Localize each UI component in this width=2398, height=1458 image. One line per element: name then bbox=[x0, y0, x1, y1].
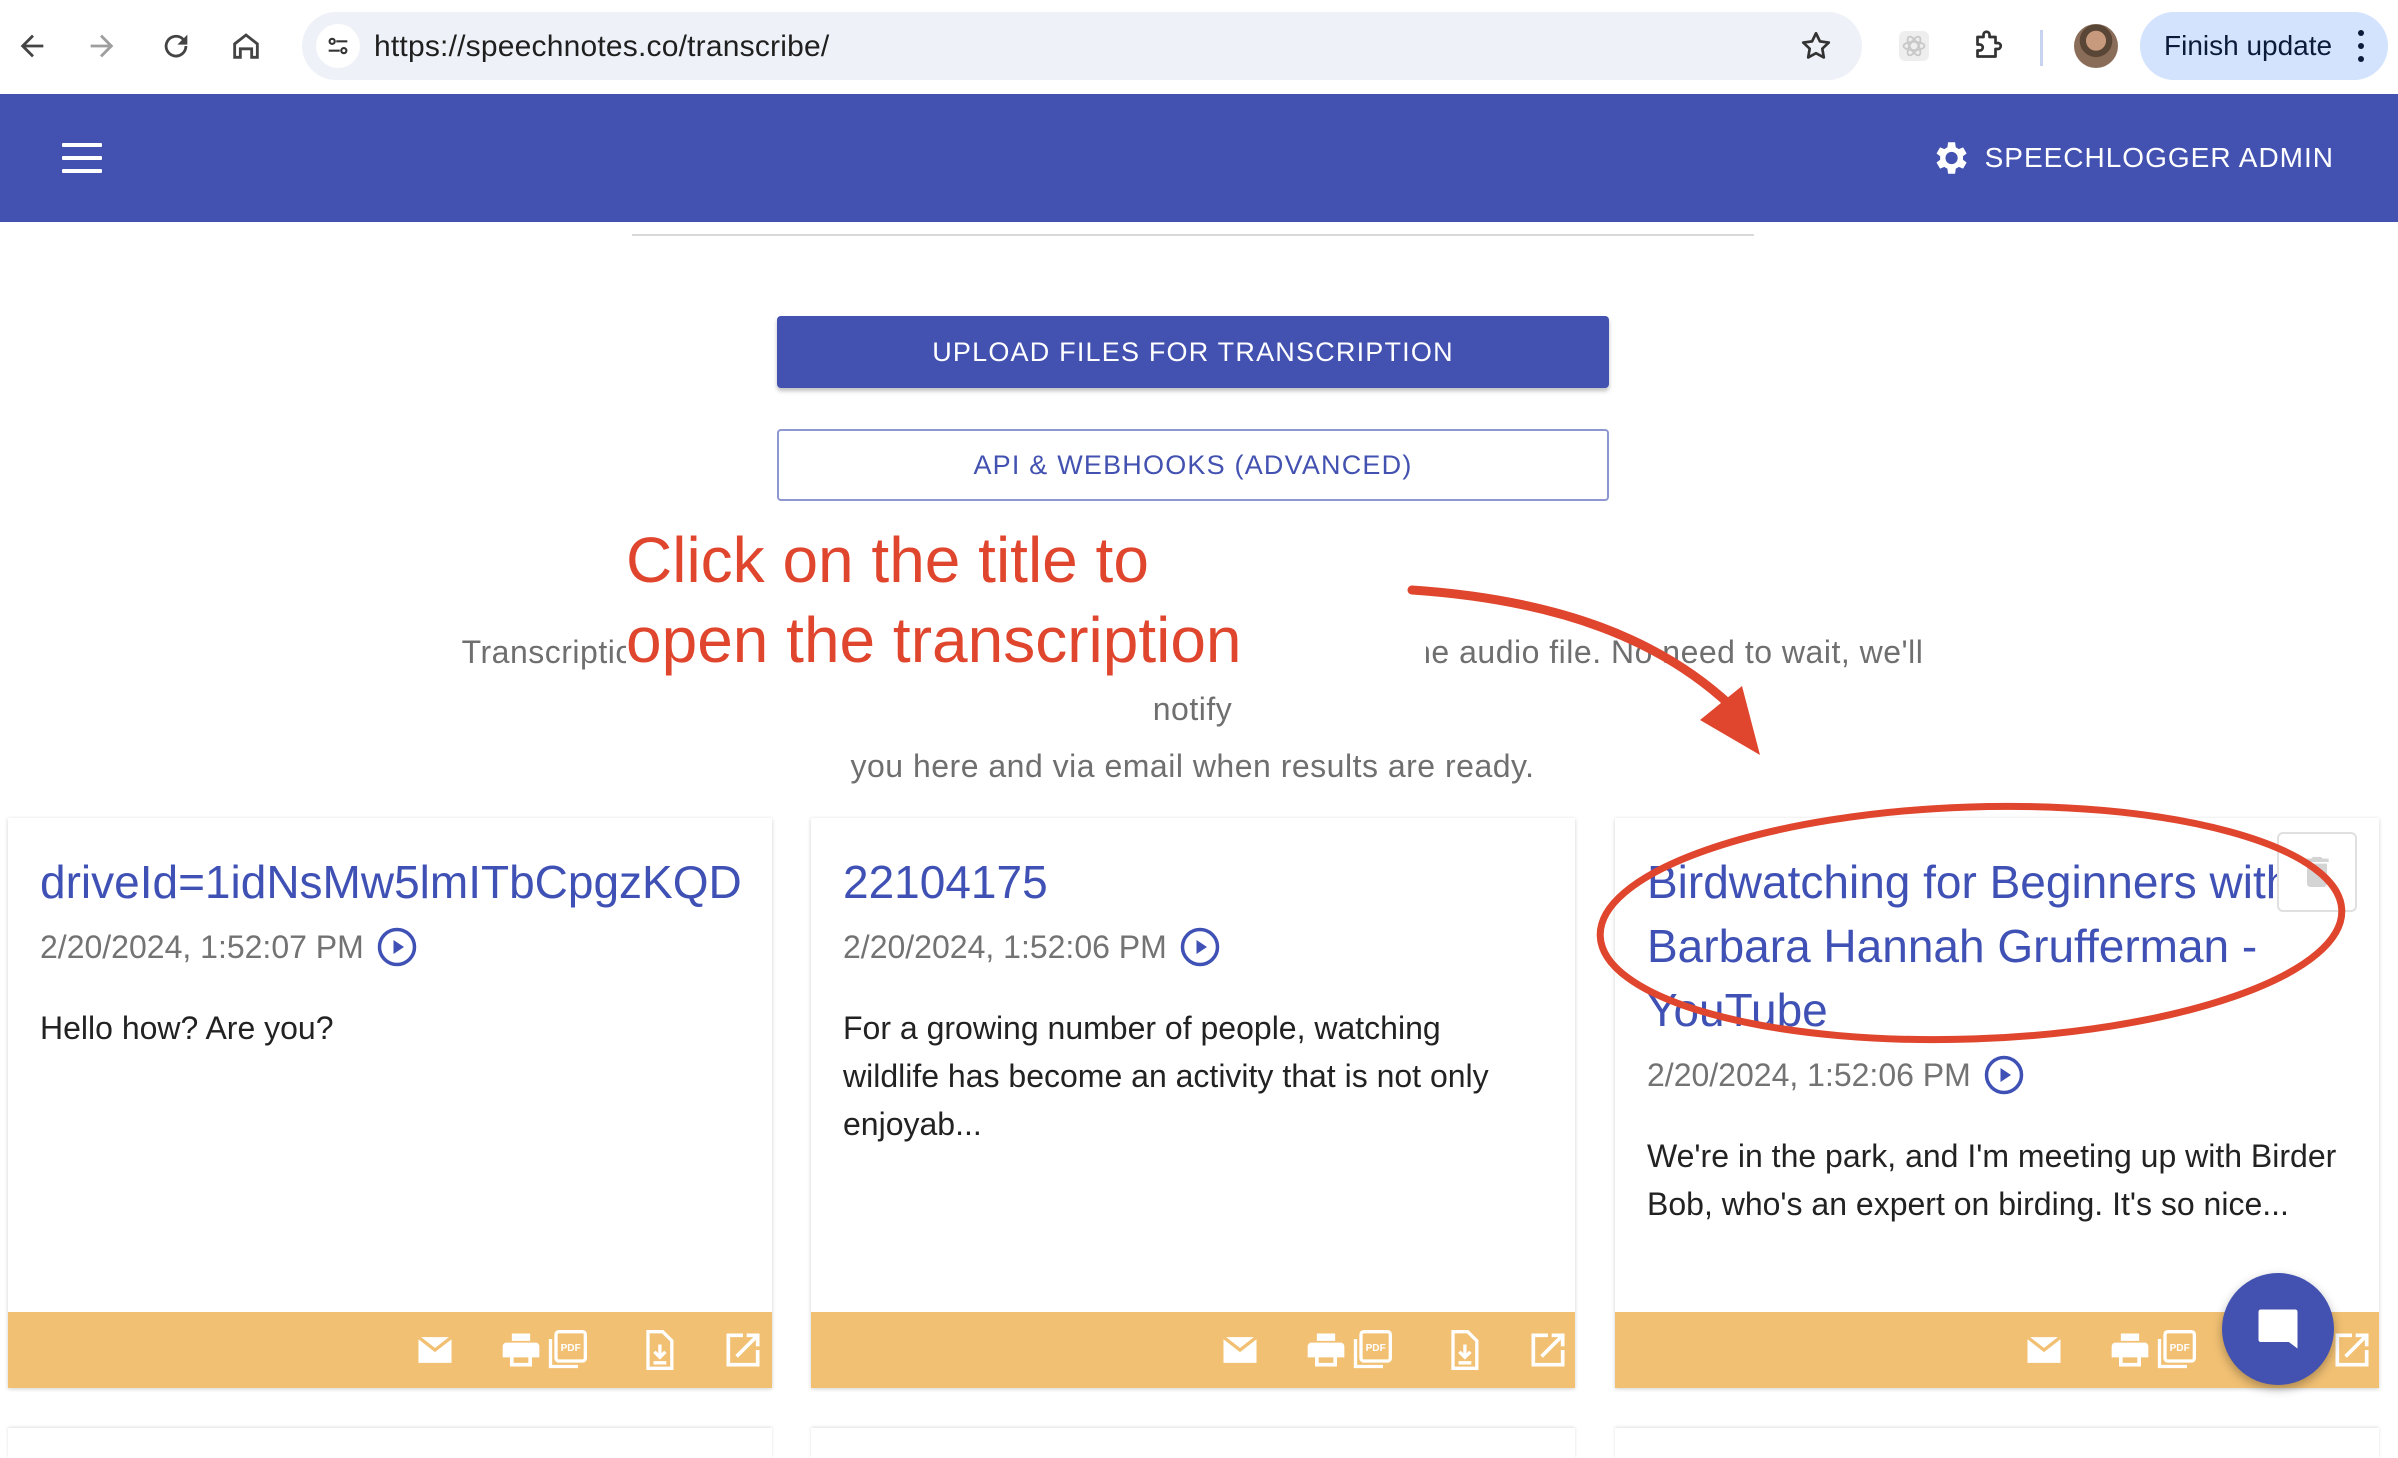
home-icon bbox=[233, 33, 259, 59]
download-button[interactable] bbox=[1441, 1328, 1487, 1372]
next-row-card bbox=[8, 1428, 772, 1458]
info-line-2: you here and via email when results are … bbox=[850, 748, 1535, 784]
forward-icon bbox=[90, 34, 114, 58]
card-snippet: For a growing number of people, watching… bbox=[843, 1010, 1489, 1142]
download-icon bbox=[646, 1330, 674, 1370]
print-button[interactable] bbox=[498, 1328, 544, 1372]
finish-update-button[interactable]: Finish update bbox=[2140, 12, 2388, 80]
play-circle-icon[interactable] bbox=[1983, 1054, 2025, 1096]
extensions-menu-button[interactable] bbox=[1966, 24, 2010, 68]
more-vert-icon bbox=[2358, 30, 2366, 62]
browser-toolbar: https://speechnotes.co/transcribe/ Finis… bbox=[0, 0, 2398, 94]
card-date: 2/20/2024, 1:52:06 PM bbox=[1647, 1054, 2025, 1096]
open-external-icon bbox=[726, 1333, 760, 1367]
card-snippet: Hello how? Are you? bbox=[40, 1010, 334, 1046]
back-button[interactable] bbox=[8, 22, 56, 70]
section-divider bbox=[632, 234, 1754, 236]
extension-icon bbox=[1899, 31, 1929, 61]
app-header: SPEECHLOGGER ADMIN bbox=[0, 94, 2398, 222]
open-external-icon bbox=[1531, 1333, 1565, 1367]
extension-react-button[interactable] bbox=[1892, 24, 1936, 68]
pdf-button[interactable]: PDF bbox=[544, 1328, 590, 1372]
delete-icon bbox=[2305, 857, 2329, 887]
card-title-link[interactable]: Birdwatching for Beginners with Barbara … bbox=[1647, 850, 2347, 1042]
site-info-icon bbox=[328, 37, 348, 55]
gear-icon bbox=[1936, 142, 1967, 174]
play-circle-icon[interactable] bbox=[1179, 926, 1221, 968]
card-date: 2/20/2024, 1:52:07 PM bbox=[40, 926, 418, 968]
address-bar[interactable]: https://speechnotes.co/transcribe/ bbox=[302, 12, 1862, 80]
svg-text:PDF: PDF bbox=[561, 1343, 581, 1354]
email-button[interactable] bbox=[412, 1328, 458, 1372]
transcription-card: 22104175 2/20/2024, 1:52:06 PM For a gro… bbox=[811, 818, 1575, 1388]
chat-button[interactable] bbox=[2222, 1273, 2334, 1385]
print-button[interactable] bbox=[2107, 1328, 2153, 1372]
next-row-card bbox=[811, 1428, 1575, 1458]
transcription-card: driveId=1idNsMw5lmITbCpgzKQD 2/20/2024, … bbox=[8, 818, 772, 1388]
play-circle-icon[interactable] bbox=[376, 926, 418, 968]
card-title-link[interactable]: driveId=1idNsMw5lmITbCpgzKQD bbox=[40, 850, 772, 914]
svg-text:PDF: PDF bbox=[1366, 1343, 1386, 1354]
chat-icon bbox=[2258, 1309, 2298, 1349]
menu-icon[interactable] bbox=[58, 138, 106, 178]
pdf-button[interactable]: PDF bbox=[2153, 1328, 2199, 1372]
download-button[interactable] bbox=[636, 1328, 682, 1372]
upload-files-button[interactable]: UPLOAD FILES FOR TRANSCRIPTION bbox=[777, 316, 1609, 388]
delete-button[interactable] bbox=[2277, 832, 2357, 912]
profile-avatar[interactable] bbox=[2074, 24, 2118, 68]
pdf-icon: PDF bbox=[548, 1330, 587, 1369]
api-webhooks-button[interactable]: API & WEBHOOKS (ADVANCED) bbox=[777, 429, 1609, 501]
forward-button[interactable] bbox=[78, 22, 126, 70]
next-row-card bbox=[1615, 1428, 2379, 1458]
print-icon bbox=[502, 1333, 540, 1367]
toolbar-divider bbox=[2040, 30, 2043, 66]
card-date-text: 2/20/2024, 1:52:06 PM bbox=[843, 928, 1167, 965]
annotation-text: Click on the title to open the transcrip… bbox=[626, 520, 1426, 680]
download-icon bbox=[1451, 1330, 1479, 1370]
card-title-link[interactable]: 22104175 bbox=[843, 850, 1575, 914]
card-actions: PDF bbox=[8, 1312, 772, 1388]
puzzle-icon bbox=[1976, 30, 2003, 58]
open-external-button[interactable] bbox=[720, 1328, 766, 1372]
url-text[interactable]: https://speechnotes.co/transcribe/ bbox=[374, 30, 829, 64]
svg-text:PDF: PDF bbox=[2170, 1343, 2190, 1354]
annotation-line-1: Click on the title to bbox=[626, 524, 1149, 596]
email-icon bbox=[417, 1335, 453, 1363]
annotation-line-2: open the transcription bbox=[626, 604, 1242, 676]
pdf-button[interactable]: PDF bbox=[1349, 1328, 1395, 1372]
print-icon bbox=[1307, 1333, 1345, 1367]
home-button[interactable] bbox=[222, 22, 270, 70]
open-external-button[interactable] bbox=[1525, 1328, 1571, 1372]
email-icon bbox=[2026, 1335, 2062, 1363]
finish-update-label: Finish update bbox=[2164, 30, 2333, 61]
card-date-text: 2/20/2024, 1:52:06 PM bbox=[1647, 1056, 1971, 1093]
card-actions: PDF bbox=[811, 1312, 1575, 1388]
reload-button[interactable] bbox=[152, 22, 200, 70]
card-date-text: 2/20/2024, 1:52:07 PM bbox=[40, 928, 364, 965]
reload-icon bbox=[164, 34, 188, 58]
site-info-button[interactable] bbox=[316, 24, 360, 68]
admin-label: SPEECHLOGGER ADMIN bbox=[1984, 142, 2334, 173]
card-snippet: We're in the park, and I'm meeting up wi… bbox=[1647, 1138, 2337, 1222]
star-icon[interactable] bbox=[1798, 28, 1834, 64]
print-icon bbox=[2111, 1333, 2149, 1367]
back-icon bbox=[20, 34, 44, 58]
open-external-button[interactable] bbox=[2329, 1328, 2375, 1372]
email-button[interactable] bbox=[2021, 1328, 2067, 1372]
open-external-icon bbox=[2335, 1333, 2369, 1367]
card-date: 2/20/2024, 1:52:06 PM bbox=[843, 926, 1221, 968]
print-button[interactable] bbox=[1303, 1328, 1349, 1372]
email-icon bbox=[1222, 1335, 1258, 1363]
pdf-icon: PDF bbox=[2157, 1330, 2196, 1369]
email-button[interactable] bbox=[1217, 1328, 1263, 1372]
pdf-icon: PDF bbox=[1353, 1330, 1392, 1369]
speechlogger-admin-link[interactable]: SPEECHLOGGER ADMIN bbox=[1929, 134, 2334, 182]
